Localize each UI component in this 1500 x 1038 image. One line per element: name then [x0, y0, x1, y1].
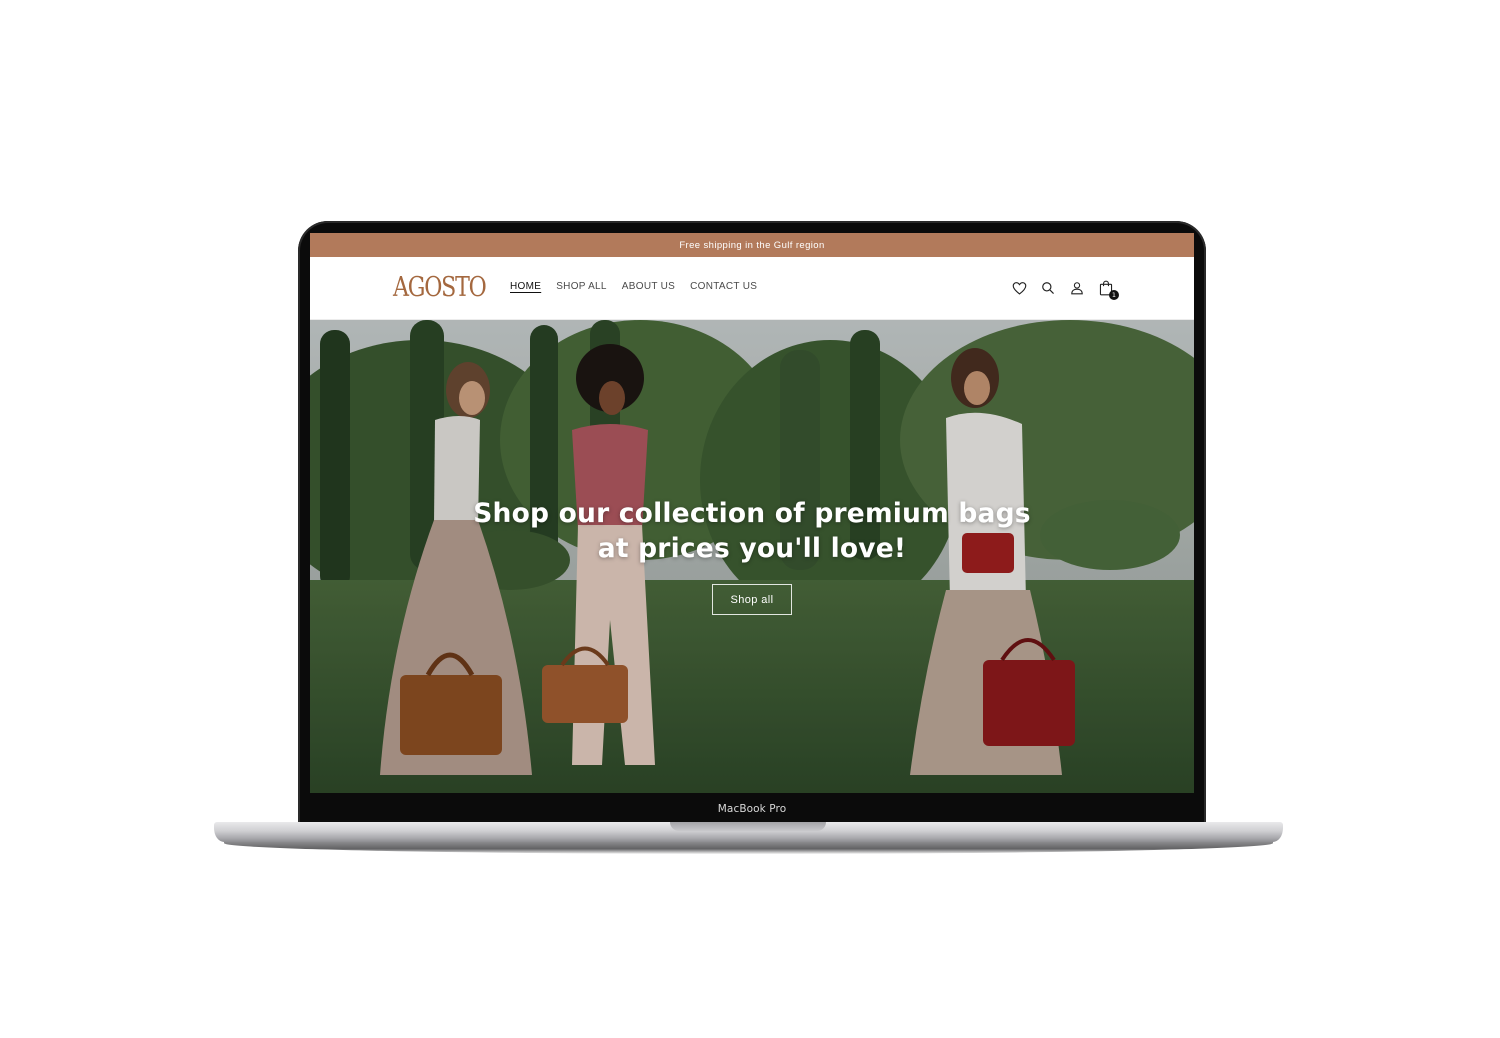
shopping-bag-icon[interactable]: 1 — [1097, 279, 1119, 300]
nav-item-shop-all[interactable]: SHOP ALL — [556, 281, 607, 292]
nav-item-about-us[interactable]: ABOUT US — [622, 281, 675, 292]
brand-logo[interactable]: AGOSTO — [393, 272, 487, 303]
header-icons: 1 — [1010, 279, 1119, 300]
hero-heading: Shop our collection of premium bags at p… — [402, 496, 1102, 566]
announcement-bar: Free shipping in the Gulf region — [310, 233, 1194, 257]
cart-count-badge: 1 — [1109, 290, 1119, 300]
heart-icon[interactable] — [1010, 279, 1028, 297]
announcement-text: Free shipping in the Gulf region — [679, 239, 825, 251]
nav-item-home[interactable]: HOME — [510, 281, 541, 292]
laptop-notch — [670, 822, 826, 831]
main-nav: HOME SHOP ALL ABOUT US CONTACT US — [510, 281, 757, 292]
hero-heading-line-2: at prices you'll love! — [597, 533, 907, 564]
search-icon[interactable] — [1039, 279, 1057, 297]
nav-item-contact-us[interactable]: CONTACT US — [690, 281, 757, 292]
laptop-mockup: Free shipping in the Gulf region AGOSTO … — [0, 0, 1500, 1038]
site-header: AGOSTO HOME SHOP ALL ABOUT US CONTACT US — [310, 257, 1194, 320]
laptop-screen: Free shipping in the Gulf region AGOSTO … — [310, 233, 1194, 793]
hero-heading-line-1: Shop our collection of premium bags — [473, 498, 1031, 529]
shop-all-button[interactable]: Shop all — [712, 584, 792, 615]
hero-banner: Shop our collection of premium bags at p… — [310, 320, 1194, 793]
user-icon[interactable] — [1068, 279, 1086, 297]
device-label: MacBook Pro — [717, 803, 787, 815]
laptop-base-shadow — [224, 841, 1273, 854]
